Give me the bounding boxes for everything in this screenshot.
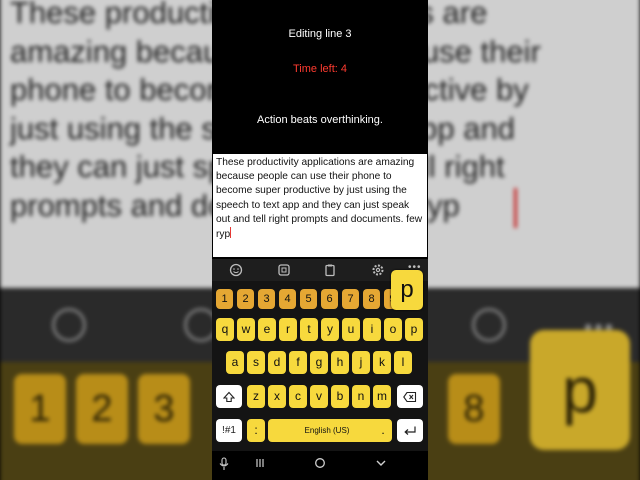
key-f[interactable]: f [289, 351, 307, 374]
background-key: 8 [448, 374, 500, 444]
recents-icon[interactable] [250, 457, 270, 473]
key-n[interactable]: n [352, 385, 370, 408]
key-s[interactable]: s [247, 351, 265, 374]
space-key[interactable]: English (US) [268, 419, 386, 442]
time-left-label: Time left: 4 [293, 63, 347, 75]
settings-icon[interactable] [371, 263, 385, 277]
background-popup-key: p [530, 330, 630, 450]
microphone-icon[interactable] [214, 457, 234, 475]
key-p[interactable]: p [405, 318, 423, 341]
key-z[interactable]: z [247, 385, 265, 408]
key-v[interactable]: v [310, 385, 328, 408]
text-caret [230, 227, 232, 239]
key-u[interactable]: u [342, 318, 360, 341]
background-key: 3 [138, 374, 190, 444]
key-1[interactable]: 1 [216, 289, 233, 309]
key-k[interactable]: k [373, 351, 391, 374]
key-y[interactable]: y [321, 318, 339, 341]
key-7[interactable]: 7 [342, 289, 359, 309]
navigation-bar [212, 451, 428, 480]
text-editor[interactable]: These productivity applications are amaz… [213, 154, 427, 257]
key-g[interactable]: g [310, 351, 328, 374]
key-o[interactable]: o [384, 318, 402, 341]
motto-text: Action beats overthinking. [257, 114, 383, 126]
home-icon[interactable] [310, 457, 330, 473]
key-c[interactable]: c [289, 385, 307, 408]
key-3[interactable]: 3 [258, 289, 275, 309]
key-b[interactable]: b [331, 385, 349, 408]
background-key: 1 [14, 374, 66, 444]
key-x[interactable]: x [268, 385, 286, 408]
key-m[interactable]: m [373, 385, 391, 408]
phone-screen: Editing line 3 Time left: 4 Action beats… [212, 0, 428, 480]
background-emoji-icon [52, 308, 86, 342]
background-key: 2 [76, 374, 128, 444]
key-8[interactable]: 8 [363, 289, 380, 309]
period-key[interactable]: . [374, 419, 392, 442]
key-r[interactable]: r [279, 318, 297, 341]
key-5[interactable]: 5 [300, 289, 317, 309]
enter-key[interactable] [397, 419, 423, 442]
key-a[interactable]: a [226, 351, 244, 374]
key-q[interactable]: q [216, 318, 234, 341]
background-settings-icon [472, 308, 506, 342]
enter-icon [404, 426, 416, 435]
key-i[interactable]: i [363, 318, 381, 341]
symbols-key[interactable]: !#1 [216, 419, 242, 442]
shift-key[interactable] [216, 385, 242, 408]
editing-line-label: Editing line 3 [288, 28, 352, 40]
key-h[interactable]: h [331, 351, 349, 374]
clipboard-icon[interactable] [323, 263, 337, 277]
key-d[interactable]: d [268, 351, 286, 374]
key-j[interactable]: j [352, 351, 370, 374]
sticker-icon[interactable] [277, 263, 291, 277]
background-cursor [514, 188, 517, 228]
editor-text: These productivity applications are amaz… [216, 157, 425, 241]
backspace-icon [403, 391, 417, 403]
colon-key[interactable]: : [247, 419, 265, 442]
key-e[interactable]: e [258, 318, 276, 341]
backspace-key[interactable] [397, 385, 423, 408]
shift-icon [222, 391, 236, 403]
back-chevron-down-icon[interactable] [371, 457, 391, 473]
key-4[interactable]: 4 [279, 289, 296, 309]
key-w[interactable]: w [237, 318, 255, 341]
key-l[interactable]: l [394, 351, 412, 374]
key-2[interactable]: 2 [237, 289, 254, 309]
key-preview-popup: p [391, 270, 423, 310]
emoji-icon[interactable] [229, 263, 243, 277]
key-t[interactable]: t [300, 318, 318, 341]
key-6[interactable]: 6 [321, 289, 338, 309]
